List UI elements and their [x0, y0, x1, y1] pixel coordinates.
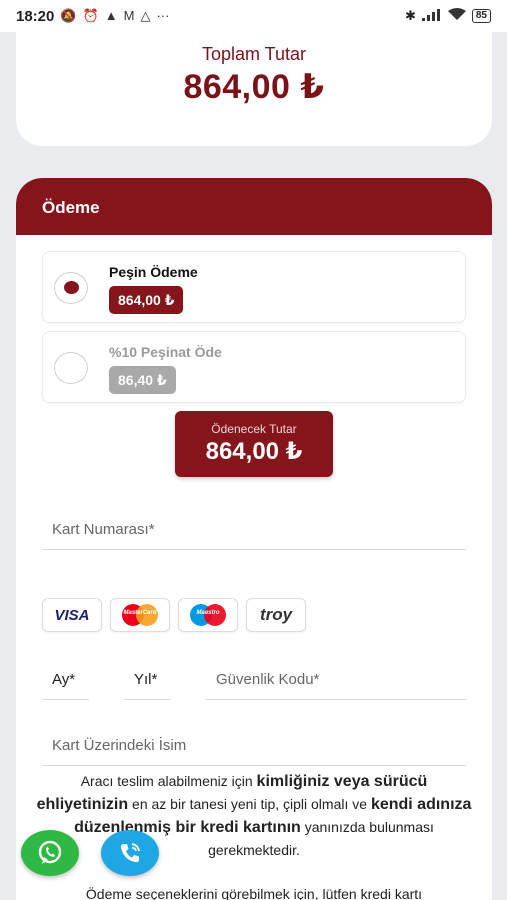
- info-text-2: Ödeme seçeneklerini görebilmek için, lüt…: [85, 886, 423, 900]
- total-amount: 864,00 ₺: [183, 68, 325, 106]
- payable-label: Ödenecek Tutar: [211, 422, 297, 436]
- signal-icon: [421, 8, 442, 24]
- cvv-placeholder: Güvenlik Kodu*: [216, 671, 320, 688]
- year-select[interactable]: Yıl*: [124, 660, 171, 700]
- payment-card: Ödeme Peşin Ödeme 864,00 ₺ %10 Peşinat Ö…: [16, 178, 492, 900]
- card-brand-list: VISA MasterCard Maestro troy: [42, 598, 306, 632]
- cvv-input[interactable]: Güvenlik Kodu*: [206, 660, 466, 700]
- whatsapp-button[interactable]: [21, 830, 79, 876]
- status-bar: 18:20 🔕 ⏰ ▲ M △ ··· ✱ 85: [0, 0, 507, 32]
- bell-off-icon: 🔕: [60, 8, 77, 23]
- payment-option-cash[interactable]: Peşin Ödeme 864,00 ₺: [42, 251, 466, 323]
- month-placeholder: Ay*: [52, 671, 76, 688]
- cardholder-name-placeholder: Kart Üzerindeki İsim: [52, 737, 187, 754]
- card-number-placeholder: Kart Numarası*: [52, 521, 155, 538]
- phone-icon: [120, 843, 140, 863]
- mastercard-logo: MasterCard: [110, 598, 170, 632]
- cardholder-name-input[interactable]: Kart Üzerindeki İsim: [42, 726, 466, 766]
- payment-header: Ödeme: [16, 178, 492, 235]
- radio-unselected[interactable]: [54, 352, 88, 384]
- total-label: Toplam Tutar: [201, 44, 307, 64]
- option-amount-badge: 864,00 ₺: [109, 286, 184, 314]
- alarm-icon: ⏰: [82, 8, 99, 23]
- troy-logo: troy: [246, 598, 306, 632]
- app-icon: ▲: [104, 8, 118, 23]
- year-placeholder: Yıl*: [134, 671, 158, 688]
- month-select[interactable]: Ay*: [42, 660, 89, 700]
- call-button[interactable]: [101, 830, 159, 876]
- payable-amount-box: Ödenecek Tutar 864,00 ₺: [175, 411, 333, 477]
- total-summary-card: Toplam Tutar 864,00 ₺: [16, 32, 492, 146]
- wifi-icon: [447, 8, 466, 24]
- payment-option-downpayment[interactable]: %10 Peşinat Öde 86,40 ₺: [42, 331, 466, 403]
- bluetooth-icon: ✱: [404, 8, 416, 23]
- visa-logo: VISA: [42, 598, 102, 632]
- option-amount-badge: 86,40 ₺: [109, 366, 176, 394]
- whatsapp-icon: [38, 840, 62, 864]
- status-time: 18:20: [16, 7, 55, 25]
- battery-icon: 85: [471, 9, 491, 23]
- gmail-icon: M: [123, 8, 135, 23]
- more-notifications-icon: ···: [156, 8, 170, 23]
- payable-amount: 864,00 ₺: [205, 438, 303, 465]
- radio-selected[interactable]: [54, 272, 88, 304]
- option-title: %10 Peşinat Öde: [109, 344, 222, 360]
- card-number-input[interactable]: Kart Numarası*: [42, 510, 466, 550]
- maestro-logo: Maestro: [178, 598, 238, 632]
- drive-icon: △: [140, 8, 151, 23]
- option-title: Peşin Ödeme: [109, 264, 198, 280]
